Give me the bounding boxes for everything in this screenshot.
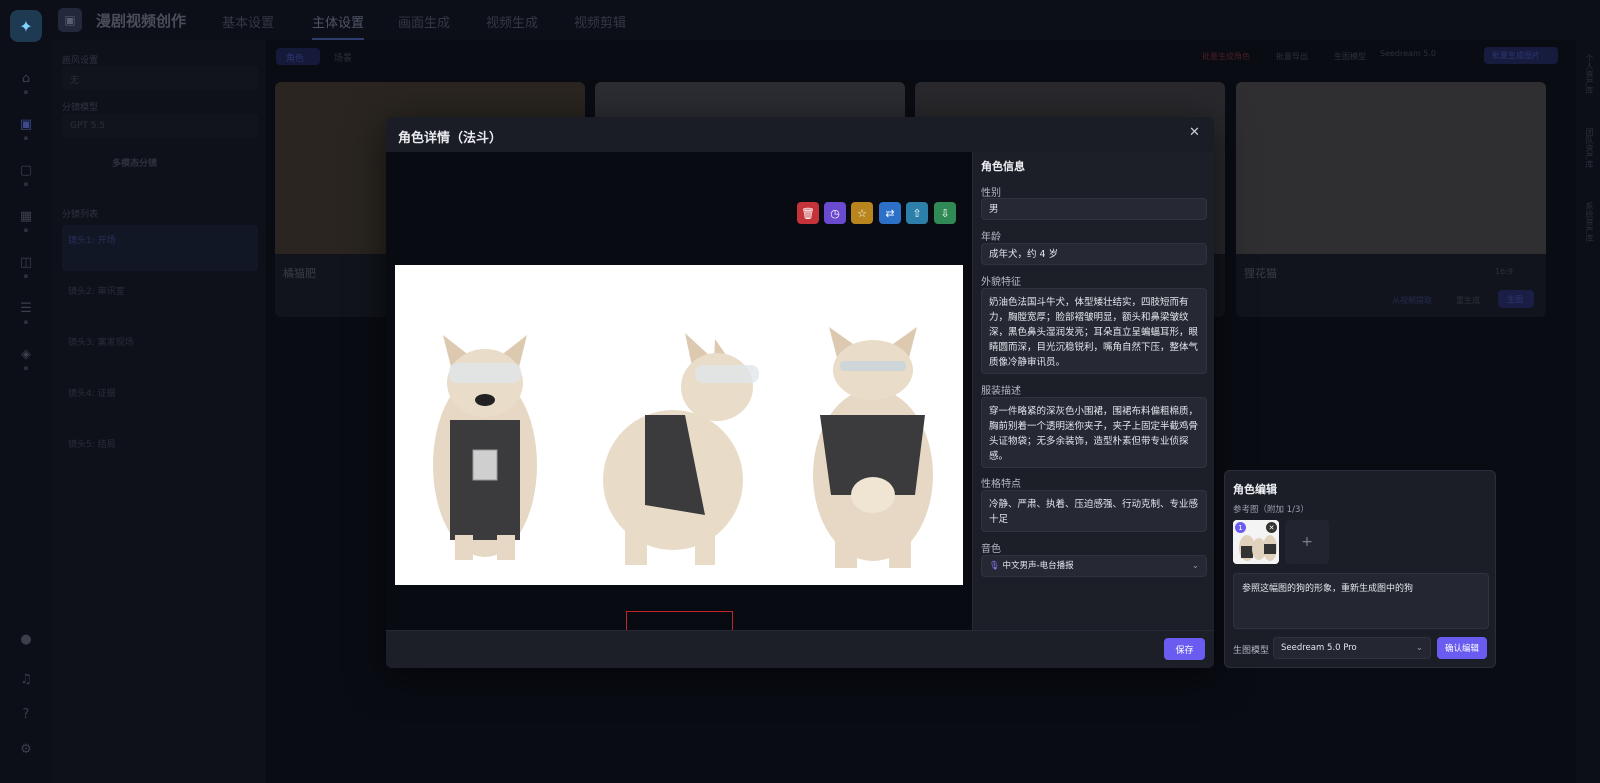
ref-label: 参考图（附加 1/3） bbox=[1233, 505, 1309, 515]
tab-scenes[interactable]: 场景 bbox=[334, 51, 352, 64]
rail-assets-icon[interactable]: ◫ ▪ bbox=[8, 248, 44, 286]
avatar[interactable]: ● bbox=[8, 620, 44, 658]
generate-all-button[interactable]: 批量生成图片 bbox=[1484, 47, 1558, 64]
ratio-label[interactable]: 16:9 bbox=[1495, 267, 1513, 276]
chevron-down-icon: ⌄ bbox=[1191, 561, 1199, 571]
style-select[interactable]: 无 bbox=[62, 66, 258, 90]
close-icon[interactable]: ✕ bbox=[1189, 125, 1200, 140]
shot-item[interactable]: 镜头1: 开场 bbox=[62, 225, 258, 271]
app-title: 漫剧视频创作 bbox=[96, 12, 187, 30]
delete-icon[interactable]: 🗑 bbox=[797, 202, 819, 224]
dog-illustration bbox=[433, 327, 933, 568]
tab-video[interactable]: 视频生成 bbox=[486, 12, 538, 31]
modal-footer bbox=[386, 630, 1214, 668]
tab-subject[interactable]: 主体设置 bbox=[312, 12, 365, 40]
personality-label: 性格特点 bbox=[981, 479, 1021, 490]
regenerate-button[interactable]: 重生成 bbox=[1456, 295, 1480, 306]
tab-edit[interactable]: 视频剪辑 bbox=[574, 12, 626, 31]
appearance-field[interactable]: 奶油色法国斗牛犬，体型矮壮结实，四肢短而有力，胸膛宽厚；脸部褶皱明显，额头和鼻梁… bbox=[981, 288, 1207, 374]
character-info-panel: 角色信息 性别 男 年龄 成年犬，约 4 岁 外貌特征 奶油色法国斗牛犬，体型矮… bbox=[972, 152, 1214, 630]
refresh-icon[interactable]: ⇄ bbox=[879, 202, 901, 224]
edit-model-value: Seedream 5.0 Pro bbox=[1281, 643, 1357, 653]
appearance-label: 外貌特征 bbox=[981, 277, 1021, 288]
age-field[interactable]: 成年犬，约 4 岁 bbox=[981, 243, 1207, 265]
shot-item[interactable]: 镜头5: 结局 bbox=[62, 429, 258, 475]
voice-select[interactable]: 🎙 中文男声-电台播报 ⌄ bbox=[981, 555, 1207, 577]
reference-thumbnail[interactable]: 1 ✕ bbox=[1233, 520, 1279, 564]
rail-home-icon[interactable]: ⌂ ▪ bbox=[8, 64, 44, 102]
modal-title: 角色详情（法斗） bbox=[398, 131, 503, 146]
batch-character-button[interactable]: 批量生成角色 bbox=[1202, 51, 1250, 62]
batch-export-button[interactable]: 批量导出 bbox=[1276, 51, 1308, 62]
rail-create-icon[interactable]: ▣ ▪ bbox=[8, 110, 44, 148]
shot-item[interactable]: 镜头2: 审讯室 bbox=[62, 276, 258, 322]
tab-characters[interactable]: 角色 bbox=[276, 48, 320, 65]
app-root: ✦ ⌂ ▪ ▣ ▪ ▢ ▪ ▦ ▪ ◫ ▪ ☰ ▪ ◈ ▪ ● ♫ ? ⚙ ▣ 漫剧视频创作 … bbox=[0, 0, 1600, 783]
help-icon[interactable]: ? bbox=[8, 695, 44, 733]
voice-label: 音色 bbox=[981, 544, 1001, 555]
rail-tools-icon[interactable]: ☰ ▪ bbox=[8, 294, 44, 332]
model-select[interactable]: Seedream 5.0 bbox=[1380, 49, 1470, 58]
character-edit-panel: 角色编辑 参考图（附加 1/3） 1 ✕ + 参照这幅图的狗的形象，重新生成图中… bbox=[1224, 470, 1496, 668]
personality-field[interactable]: 冷静、严肃、执着、压迫感强、行动克制、专业感十足 bbox=[981, 490, 1207, 532]
model-label: 生图模型 bbox=[1334, 52, 1366, 61]
logo-icon: ✦ bbox=[10, 10, 42, 42]
shot-item[interactable]: 镜头3: 案发现场 bbox=[62, 327, 258, 373]
gear-icon[interactable]: ⚙ bbox=[8, 730, 44, 768]
ref-index-badge: 1 bbox=[1235, 522, 1246, 533]
character-card[interactable]: 狸花猫 16:9 从视频提取 重生成 生图 bbox=[1236, 82, 1546, 317]
character-detail-modal: 角色详情（法斗） ✕ 🗑 ◷ ☆ ⇄ ⇧ ⇩ 角色信息 性别 男 年龄 成年犬，… bbox=[386, 117, 1214, 668]
mic-icon: 🎙 bbox=[989, 561, 1000, 571]
shot-model-label: 分镜模型 bbox=[62, 103, 99, 113]
remove-ref-icon[interactable]: ✕ bbox=[1266, 522, 1277, 533]
generate-button[interactable]: 生图 bbox=[1498, 290, 1534, 308]
edit-model-label: 生图模型 bbox=[1233, 646, 1270, 656]
bell-icon[interactable]: ♫ bbox=[8, 660, 44, 698]
gender-field[interactable]: 男 bbox=[981, 198, 1207, 220]
extract-button[interactable]: 从视频提取 bbox=[1392, 295, 1432, 306]
edit-prompt-input[interactable]: 参照这幅图的狗的形象，重新生成图中的狗 bbox=[1233, 573, 1489, 629]
gender-label: 性别 bbox=[981, 188, 1001, 199]
left-rail: ✦ ⌂ ▪ ▣ ▪ ▢ ▪ ▦ ▪ ◫ ▪ ☰ ▪ ◈ ▪ ● ♫ ? ⚙ bbox=[0, 0, 52, 783]
tab-basic[interactable]: 基本设置 bbox=[222, 12, 274, 31]
style-label: 画风设置 bbox=[62, 56, 99, 66]
edit-title: 角色编辑 bbox=[1233, 483, 1277, 496]
right-rail: 个人资产库 团队资产库 系统资产库 bbox=[1576, 40, 1600, 783]
sidebar: 画风设置 无 分镜模型 GPT 5.5 多模态分镜 分镜列表 镜头1: 开场 镜… bbox=[52, 40, 266, 783]
shot-item[interactable]: 镜头4: 证据 bbox=[62, 378, 258, 424]
download-icon[interactable]: ⇩ bbox=[934, 202, 956, 224]
shot-mode[interactable]: 多模态分镜 bbox=[112, 156, 157, 169]
character-image bbox=[395, 265, 963, 585]
image-preview: 🗑 ◷ ☆ ⇄ ⇧ ⇩ bbox=[386, 152, 972, 662]
outfit-label: 服装描述 bbox=[981, 386, 1021, 397]
top-bar: ▣ 漫剧视频创作 基本设置 主体设置 画面生成 视频生成 视频剪辑 bbox=[52, 0, 1600, 40]
rail-team-assets[interactable]: 团队资产库 bbox=[1582, 128, 1594, 168]
tab-image[interactable]: 画面生成 bbox=[398, 12, 450, 31]
rail-more-icon[interactable]: ◈ ▪ bbox=[8, 340, 44, 378]
rail-system-assets[interactable]: 系统资产库 bbox=[1582, 202, 1594, 242]
edit-model-select[interactable]: Seedream 5.0 Pro ⌄ bbox=[1273, 637, 1431, 659]
star-icon[interactable]: ☆ bbox=[851, 202, 873, 224]
card-name: 狸花猫 bbox=[1244, 267, 1277, 280]
rail-video-icon[interactable]: ▢ ▪ bbox=[8, 156, 44, 194]
save-button[interactable]: 保存 bbox=[1164, 638, 1205, 660]
card-name: 橘猫肥 bbox=[283, 267, 316, 280]
add-reference-button[interactable]: + bbox=[1285, 520, 1329, 564]
shot-list-label: 分镜列表 bbox=[62, 210, 99, 220]
chevron-down-icon: ⌄ bbox=[1415, 643, 1423, 653]
rail-personal-assets[interactable]: 个人资产库 bbox=[1582, 54, 1594, 94]
confirm-edit-button[interactable]: 确认编辑 bbox=[1437, 637, 1487, 659]
voice-value: 中文男声-电台播报 bbox=[1002, 561, 1074, 571]
card-image bbox=[1236, 82, 1546, 254]
age-label: 年龄 bbox=[981, 232, 1001, 243]
app-icon: ▣ bbox=[58, 8, 82, 32]
outfit-field[interactable]: 穿一件略紧的深灰色小围裙，围裙布料偏粗棉质，胸前别着一个透明迷你夹子，夹子上固定… bbox=[981, 397, 1207, 468]
info-title: 角色信息 bbox=[981, 160, 1025, 173]
clock-icon[interactable]: ◷ bbox=[824, 202, 846, 224]
shot-model-select[interactable]: GPT 5.5 bbox=[62, 114, 258, 138]
rail-image-icon[interactable]: ▦ ▪ bbox=[8, 202, 44, 240]
upload-icon[interactable]: ⇧ bbox=[906, 202, 928, 224]
